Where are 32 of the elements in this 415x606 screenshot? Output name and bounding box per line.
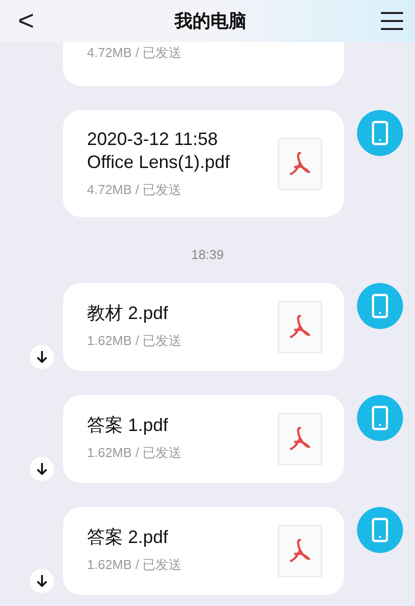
file-status: 4.72MB / 已发送 (87, 44, 183, 62)
down-arrow-icon (36, 574, 48, 588)
window-title: 我的电脑 (173, 10, 248, 34)
down-arrow-icon (36, 462, 48, 476)
file-message-card[interactable]: 教材 2.pdf 1.62MB / 已发送 (63, 282, 344, 370)
phone-avatar-icon (356, 110, 402, 156)
pdf-file-icon (278, 524, 322, 576)
file-status: 1.62MB / 已发送 (87, 332, 183, 350)
back-button[interactable]: < (12, 7, 40, 35)
file-name: 2020-3-12 11:58 (87, 128, 219, 151)
file-message-card[interactable]: 答案 1.pdf 1.62MB / 已发送 (63, 394, 344, 482)
timestamp: 18:39 (191, 246, 224, 264)
file-status: 1.62MB / 已发送 (87, 444, 183, 462)
down-arrow-icon (36, 350, 48, 364)
download-button[interactable] (30, 344, 54, 368)
pdf-file-icon (278, 138, 322, 190)
file-message-card[interactable]: 答案 2.pdf 1.62MB / 已发送 (63, 506, 344, 594)
file-status: 1.62MB / 已发送 (87, 556, 183, 574)
file-name: 答案 1.pdf (87, 414, 170, 438)
file-name: Office Lens(1).pdf (87, 150, 231, 174)
phone-avatar-icon (356, 282, 402, 328)
file-message-card[interactable]: 2020-3-12 11:58 Office Lens(1).pdf 4.72MB / 已发送 (63, 110, 344, 217)
pdf-file-icon (278, 300, 322, 352)
file-name: 答案 2.pdf (87, 526, 170, 550)
file-status: 4.72MB / 已发送 (87, 180, 183, 199)
file-name: 教材 2.pdf (87, 302, 170, 326)
pdf-file-icon (278, 412, 322, 464)
menu-icon[interactable] (381, 12, 403, 30)
phone-avatar-icon (356, 394, 402, 440)
phone-avatar-icon (356, 506, 402, 552)
download-button[interactable] (30, 456, 54, 480)
download-button[interactable] (30, 568, 54, 592)
